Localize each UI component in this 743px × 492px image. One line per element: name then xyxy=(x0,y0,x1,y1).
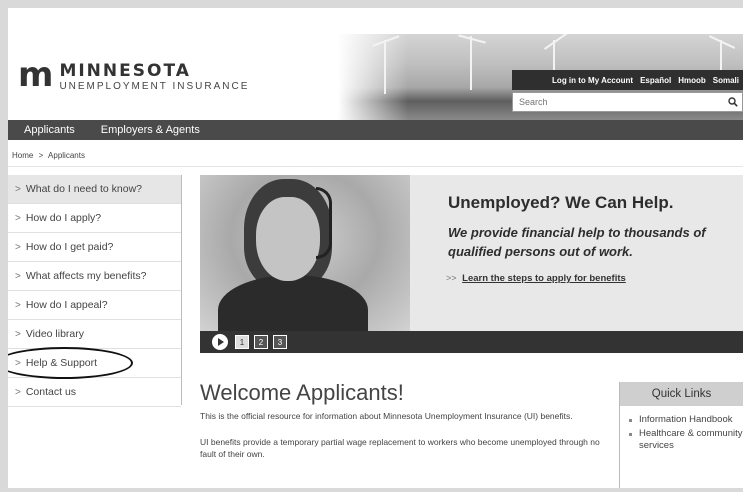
carousel-body: We provide financial help to thousands o… xyxy=(448,225,706,259)
chevron-right-icon: > xyxy=(15,299,21,311)
quick-link-information-handbook[interactable]: Information Handbook xyxy=(629,414,743,426)
quick-links-list: Information Handbook Healthcare & commun… xyxy=(620,406,743,452)
breadcrumb-home[interactable]: Home xyxy=(12,151,33,160)
sidebar-item-label: What affects my benefits? xyxy=(25,270,147,282)
login-link[interactable]: Log in to My Account xyxy=(552,76,633,85)
chevron-right-icon: > xyxy=(15,386,21,398)
sidebar-item-label: Contact us xyxy=(25,386,77,398)
logo-state-name: MINNESOTA xyxy=(59,61,191,81)
sidebar-item-label: How do I apply? xyxy=(25,212,102,224)
hero-carousel: Unemployed? We Can Help. We provide fina… xyxy=(200,175,743,353)
logo-subtitle: UNEMPLOYMENT INSURANCE xyxy=(59,81,250,92)
headset-icon xyxy=(316,187,332,259)
carousel-controls: 1 2 3 xyxy=(200,331,743,353)
apply-steps-link-text: Learn the steps to apply for benefits xyxy=(462,273,626,284)
breadcrumb-separator: > xyxy=(38,151,44,160)
sidebar-item-label: What do I need to know? xyxy=(25,183,142,195)
intro-paragraph: This is the official resource for inform… xyxy=(200,411,573,421)
sidebar-item-label: Video library xyxy=(25,328,85,340)
carousel-page-2[interactable]: 2 xyxy=(254,335,268,349)
logo-text: MINNESOTA UNEMPLOYMENT INSURANCE xyxy=(59,62,249,92)
chevron-right-icon: > xyxy=(15,183,21,195)
search-input[interactable] xyxy=(513,97,718,107)
site-header: m MINNESOTA UNEMPLOYMENT INSURANCE Log i… xyxy=(8,8,743,120)
utility-links-bar: Log in to My Account Español Hmoob Somal… xyxy=(512,70,743,90)
carousel-page-3[interactable]: 3 xyxy=(273,335,287,349)
chevron-right-icon: > xyxy=(15,241,21,253)
carousel-page-1[interactable]: 1 xyxy=(235,335,249,349)
nav-applicants[interactable]: Applicants xyxy=(24,124,75,136)
sidebar-item-get-paid[interactable]: > How do I get paid? xyxy=(8,233,181,262)
search-icon[interactable] xyxy=(728,97,738,107)
breadcrumb-current: Applicants xyxy=(48,151,85,160)
browser-page: m MINNESOTA UNEMPLOYMENT INSURANCE Log i… xyxy=(8,8,743,488)
breadcrumb: Home > Applicants xyxy=(12,151,88,160)
sidebar-item-appeal[interactable]: > How do I appeal? xyxy=(8,291,181,320)
logo-mark: m xyxy=(18,55,53,95)
sidebar-item-affects-benefits[interactable]: > What affects my benefits? xyxy=(8,262,181,291)
quick-links-title: Quick Links xyxy=(620,382,743,406)
quick-links-panel: Quick Links Information Handbook Healthc… xyxy=(619,382,743,488)
chevron-right-icon: > xyxy=(15,212,21,224)
agent-photo xyxy=(200,175,410,345)
sidebar-item-what-to-know[interactable]: > What do I need to know? xyxy=(8,175,181,204)
language-espanol-link[interactable]: Español xyxy=(640,76,671,85)
play-icon[interactable] xyxy=(212,334,228,350)
quick-link-healthcare-community[interactable]: Healthcare & community services xyxy=(629,428,743,452)
search-box xyxy=(512,92,743,112)
sidebar-item-label: How do I appeal? xyxy=(25,299,108,311)
chevron-right-icon: > xyxy=(15,270,21,282)
language-somali-link[interactable]: Somali xyxy=(713,76,739,85)
main-nav: Applicants Employers & Agents xyxy=(8,120,743,140)
sidebar-item-how-to-apply[interactable]: > How do I apply? xyxy=(8,204,181,233)
sidebar-item-label: How do I get paid? xyxy=(25,241,114,253)
page-title: Welcome Applicants! xyxy=(200,380,404,405)
chevron-right-icon: > xyxy=(15,328,21,340)
benefits-paragraph: UI benefits provide a temporary partial … xyxy=(200,437,600,459)
site-logo[interactable]: m MINNESOTA UNEMPLOYMENT INSURANCE xyxy=(18,55,249,95)
sidebar-item-video-library[interactable]: > Video library xyxy=(8,320,181,349)
sidebar-item-contact-us[interactable]: > Contact us xyxy=(8,378,181,407)
carousel-title: Unemployed? We Can Help. xyxy=(448,193,674,212)
double-chevron-icon: >> xyxy=(446,273,457,283)
apply-steps-link[interactable]: >> Learn the steps to apply for benefits xyxy=(446,273,626,284)
nav-employers-agents[interactable]: Employers & Agents xyxy=(101,124,200,136)
language-hmoob-link[interactable]: Hmoob xyxy=(678,76,706,85)
